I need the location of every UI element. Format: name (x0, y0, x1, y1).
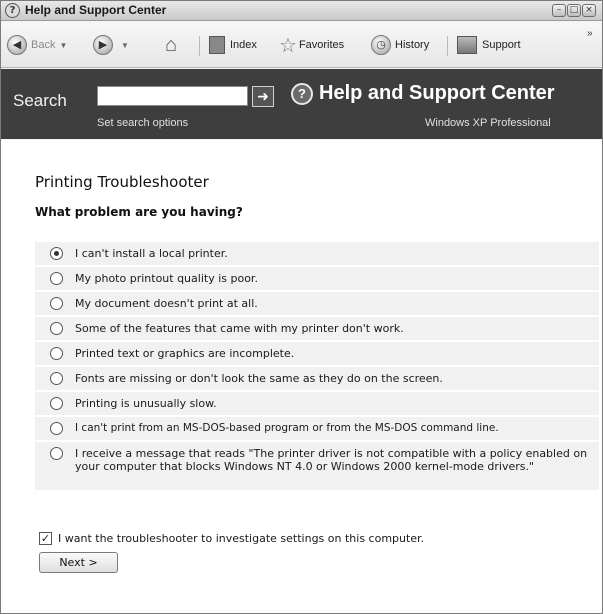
radio-button[interactable] (50, 297, 63, 310)
back-label: Back (31, 39, 56, 51)
favorites-star-icon: ☆ (279, 34, 297, 57)
toolbar-overflow-chevron-icon[interactable]: » (587, 28, 593, 39)
investigate-label: I want the troubleshooter to investigate… (58, 532, 425, 545)
support-button[interactable]: Support (457, 34, 521, 56)
option-row[interactable]: My document doesn't print at all. (35, 290, 599, 315)
radio-button[interactable] (50, 447, 63, 460)
option-label: Fonts are missing or don't look the same… (75, 372, 443, 385)
content-pane: Printing Troubleshooter What problem are… (1, 140, 602, 613)
minimize-icon[interactable]: – (552, 4, 566, 17)
radio-button[interactable] (50, 422, 63, 435)
option-label: Printing is unusually slow. (75, 397, 217, 410)
search-band: Search ➜ Set search options ? Help and S… (1, 69, 602, 139)
radio-button[interactable] (50, 397, 63, 410)
forward-dropdown-icon[interactable]: ▼ (121, 41, 129, 50)
windows-edition: Windows XP Professional (425, 117, 551, 129)
toolbar-separator (447, 36, 448, 56)
radio-button[interactable] (50, 347, 63, 360)
option-label: Some of the features that came with my p… (75, 322, 404, 335)
history-clock-icon: ◷ (371, 35, 391, 55)
option-label: I can't install a local printer. (75, 247, 228, 260)
option-row[interactable]: Printed text or graphics are incomplete. (35, 340, 599, 365)
option-label: My photo printout quality is poor. (75, 272, 258, 285)
search-input[interactable] (97, 86, 248, 106)
favorites-label: Favorites (298, 39, 345, 51)
index-book-icon (209, 36, 225, 54)
forward-arrow-icon: ▶ (93, 35, 113, 55)
option-label: I can't print from an MS-DOS-based progr… (75, 422, 499, 434)
radio-button[interactable] (50, 247, 63, 260)
option-row[interactable]: Printing is unusually slow. (35, 390, 599, 415)
option-row[interactable]: My photo printout quality is poor. (35, 265, 599, 290)
back-arrow-icon: ◀ (7, 35, 27, 55)
home-button[interactable]: ⌂ (165, 34, 177, 56)
forward-button[interactable]: ▶ ▼ (93, 34, 129, 56)
help-and-support-window: ? Help and Support Center – □ × ◀ Back ▼… (0, 0, 603, 614)
toolbar: ◀ Back ▼ ▶ ▼ ⌂ Index ☆ Favorites ◷ Histo… (1, 22, 602, 68)
option-label: Printed text or graphics are incomplete. (75, 347, 295, 360)
page-title: Printing Troubleshooter (35, 173, 209, 191)
option-row[interactable]: I receive a message that reads "The prin… (35, 440, 599, 490)
maximize-icon[interactable]: □ (567, 4, 581, 17)
set-search-options-link[interactable]: Set search options (97, 117, 188, 129)
back-button[interactable]: ◀ Back ▼ (7, 34, 67, 56)
question-heading: What problem are you having? (35, 205, 243, 219)
search-label: Search (13, 91, 67, 110)
index-button[interactable]: Index (209, 34, 257, 56)
option-row[interactable]: I can't install a local printer. (35, 240, 599, 265)
option-label: My document doesn't print at all. (75, 297, 258, 310)
search-go-arrow-icon[interactable]: ➜ (252, 86, 274, 107)
radio-button[interactable] (50, 372, 63, 385)
option-label: I receive a message that reads "The prin… (75, 447, 588, 473)
back-dropdown-icon[interactable]: ▼ (59, 41, 67, 50)
radio-button[interactable] (50, 272, 63, 285)
title-bar: ? Help and Support Center – □ × (1, 1, 602, 21)
history-label: History (395, 39, 430, 51)
next-button[interactable]: Next > (39, 552, 118, 573)
help-icon: ? (5, 3, 20, 18)
support-icon (457, 36, 477, 54)
favorites-button[interactable]: ☆ Favorites (279, 34, 345, 57)
problem-options-list: I can't install a local printer. My phot… (35, 240, 599, 490)
home-icon: ⌂ (165, 33, 178, 56)
toolbar-separator (199, 36, 200, 56)
support-label: Support (482, 39, 521, 51)
option-row[interactable]: I can't print from an MS-DOS-based progr… (35, 415, 599, 440)
option-row[interactable]: Fonts are missing or don't look the same… (35, 365, 599, 390)
history-button[interactable]: ◷ History (371, 34, 429, 56)
help-center-heading: Help and Support Center (319, 82, 555, 104)
help-question-icon: ? (291, 83, 313, 105)
index-label: Index (230, 39, 257, 51)
investigate-checkbox-row[interactable]: ✓ I want the troubleshooter to investiga… (39, 532, 424, 545)
window-title: Help and Support Center (25, 3, 167, 17)
option-row[interactable]: Some of the features that came with my p… (35, 315, 599, 340)
investigate-checkbox[interactable]: ✓ (39, 532, 52, 545)
radio-button[interactable] (50, 322, 63, 335)
close-icon[interactable]: × (582, 4, 596, 17)
